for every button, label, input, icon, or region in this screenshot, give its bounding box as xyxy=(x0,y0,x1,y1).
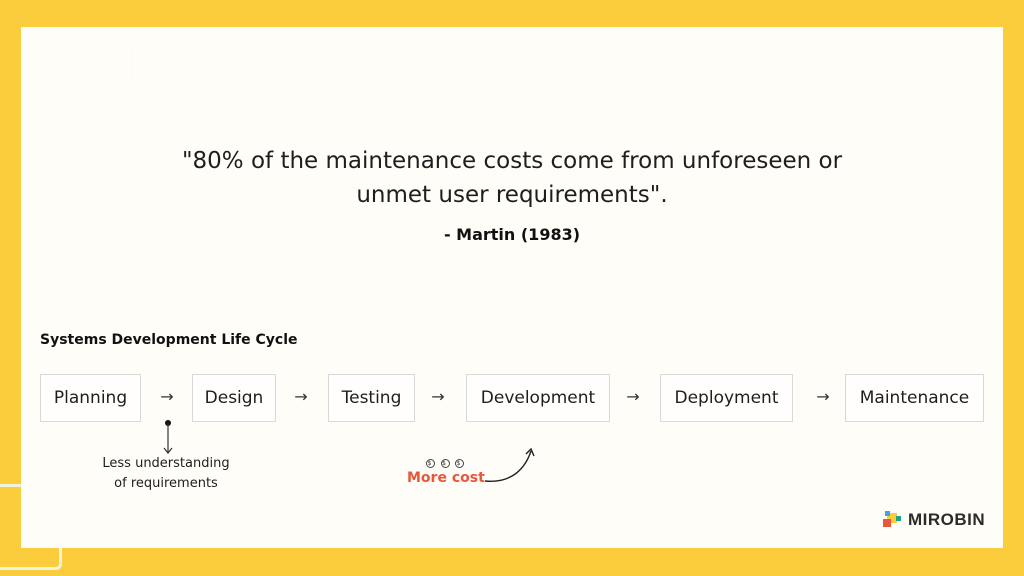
step-deployment: Deployment xyxy=(660,374,793,422)
coin-icons: $ $ $ xyxy=(426,458,465,468)
planning-note: Less understanding of requirements xyxy=(91,454,241,494)
step-planning: Planning xyxy=(40,374,141,422)
decorative-square xyxy=(97,47,133,83)
arrow-icon: → xyxy=(626,387,640,406)
quote-author: - Martin (1983) xyxy=(443,225,581,244)
slide-panel: "80% of the maintenance costs come from … xyxy=(21,27,1003,548)
curved-arrow-icon xyxy=(484,447,535,482)
arrow-icon: → xyxy=(816,387,830,406)
brand-name: MIROBIN xyxy=(908,510,986,529)
coin-icon: $ xyxy=(440,459,450,468)
pointer-down-icon xyxy=(163,420,173,454)
more-cost-label: More cost xyxy=(407,470,485,486)
arrow-icon: → xyxy=(294,387,308,406)
coin-icon: $ xyxy=(455,459,465,468)
coin-icon: $ xyxy=(426,459,435,468)
quote-line-2: unmet user requirements". xyxy=(356,182,668,208)
step-maintenance: Maintenance xyxy=(845,374,984,422)
mirobin-logo: MIROBIN xyxy=(882,510,985,530)
step-development: Development xyxy=(466,374,610,422)
planning-note-line-1: Less understanding xyxy=(102,456,230,471)
quote: "80% of the maintenance costs come from … xyxy=(21,144,1003,212)
step-testing: Testing xyxy=(328,374,415,422)
mirobin-logo-icon xyxy=(883,511,901,527)
quote-line-1: "80% of the maintenance costs come from … xyxy=(181,148,843,174)
arrow-icon: → xyxy=(160,387,174,406)
step-design: Design xyxy=(192,374,276,422)
planning-note-line-2: of requirements xyxy=(114,476,218,491)
sdlc-title: Systems Development Life Cycle xyxy=(40,332,298,348)
arrow-icon: → xyxy=(431,387,445,406)
